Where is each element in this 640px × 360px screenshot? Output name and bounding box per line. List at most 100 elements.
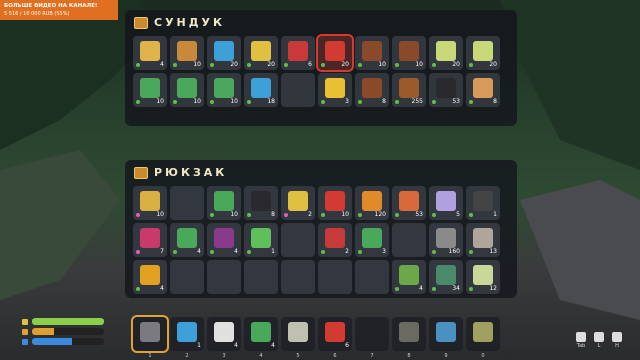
- item-count: 10: [341, 211, 349, 218]
- backpack-slot[interactable]: 160: [429, 223, 463, 257]
- item-icon: [251, 228, 271, 248]
- backpack-slot[interactable]: [207, 260, 241, 294]
- item-icon: [362, 41, 382, 61]
- rarity-dot: [432, 100, 436, 104]
- backpack-slot[interactable]: 3: [355, 223, 389, 257]
- backpack-slot[interactable]: [392, 223, 426, 257]
- rarity-dot: [247, 213, 251, 217]
- backpack-slot[interactable]: 4: [170, 223, 204, 257]
- backpack-slot[interactable]: 10: [133, 186, 167, 220]
- item-icon: [214, 228, 234, 248]
- item-icon: [140, 191, 160, 211]
- item-count: 10: [378, 61, 386, 68]
- heart-icon: [22, 318, 28, 325]
- item-icon: [362, 78, 382, 98]
- key-hint[interactable]: L: [594, 332, 604, 349]
- chest-slot[interactable]: 8: [355, 73, 389, 107]
- backpack-slot[interactable]: 4: [207, 223, 241, 257]
- backpack-slot[interactable]: 10: [207, 186, 241, 220]
- item-icon: [325, 78, 345, 98]
- hotbar-slot[interactable]: 12: [170, 317, 204, 359]
- key-hint[interactable]: Tab: [576, 332, 586, 349]
- item-icon: [473, 322, 493, 342]
- item-icon: [288, 191, 308, 211]
- rarity-dot: [173, 100, 177, 104]
- item-count: 53: [415, 211, 423, 218]
- chest-slot[interactable]: 10: [133, 73, 167, 107]
- hotbar-key-label: 9: [444, 353, 448, 359]
- chest-slot[interactable]: 10: [170, 36, 204, 70]
- backpack-slot[interactable]: [281, 260, 315, 294]
- backpack-slot[interactable]: 10: [318, 186, 352, 220]
- backpack-slot[interactable]: 53: [392, 186, 426, 220]
- chest-slot[interactable]: 10: [392, 36, 426, 70]
- item-count: 13: [489, 248, 497, 255]
- item-count: 10: [230, 98, 238, 105]
- item-count: 2: [308, 211, 312, 218]
- chest-slot[interactable]: 20: [244, 36, 278, 70]
- backpack-slot[interactable]: 1: [466, 186, 500, 220]
- backpack-slot[interactable]: 120: [355, 186, 389, 220]
- rarity-dot: [395, 287, 399, 291]
- backpack-slot[interactable]: [281, 223, 315, 257]
- backpack-slot[interactable]: 13: [466, 223, 500, 257]
- backpack-slot[interactable]: 4: [133, 260, 167, 294]
- item-count: 1: [493, 211, 497, 218]
- chest-slot[interactable]: 20: [207, 36, 241, 70]
- chest-slot[interactable]: 20: [316, 34, 354, 72]
- backpack-slot[interactable]: [170, 186, 204, 220]
- backpack-slot[interactable]: 4: [392, 260, 426, 294]
- hotbar-slot[interactable]: 43: [207, 317, 241, 359]
- chest-slot[interactable]: 6: [281, 36, 315, 70]
- backpack-slot[interactable]: 1: [244, 223, 278, 257]
- hotbar-slot[interactable]: 1: [131, 315, 169, 359]
- rarity-dot: [284, 213, 288, 217]
- item-count: 8: [493, 98, 497, 105]
- food-icon: [22, 328, 28, 335]
- backpack-slot[interactable]: 5: [429, 186, 463, 220]
- chest-title-text: СУНДУК: [154, 16, 226, 29]
- chest-slot[interactable]: 20: [466, 36, 500, 70]
- backpack-slot[interactable]: [244, 260, 278, 294]
- item-count: 4: [234, 342, 238, 349]
- backpack-slot[interactable]: [355, 260, 389, 294]
- backpack-slot[interactable]: 8: [244, 186, 278, 220]
- status-bars: [22, 318, 104, 348]
- chest-slot[interactable]: 10: [207, 73, 241, 107]
- chest-slot[interactable]: 53: [429, 73, 463, 107]
- rarity-dot: [136, 100, 140, 104]
- hotbar-slot[interactable]: 5: [281, 317, 315, 359]
- backpack-slot[interactable]: 34: [429, 260, 463, 294]
- rarity-dot: [321, 250, 325, 254]
- chest-slot[interactable]: [281, 73, 315, 107]
- chest-slot[interactable]: 10: [355, 36, 389, 70]
- chest-slot[interactable]: 4: [133, 36, 167, 70]
- backpack-slot[interactable]: 12: [466, 260, 500, 294]
- item-icon: [399, 191, 419, 211]
- item-icon: [399, 41, 419, 61]
- item-icon: [399, 265, 419, 285]
- chest-slot[interactable]: 255: [392, 73, 426, 107]
- backpack-slot[interactable]: 7: [133, 223, 167, 257]
- backpack-slot[interactable]: [170, 260, 204, 294]
- item-count: 160: [448, 248, 460, 255]
- backpack-slot[interactable]: [318, 260, 352, 294]
- hotbar-slot[interactable]: 7: [355, 317, 389, 359]
- hotbar-slot[interactable]: 66: [318, 317, 352, 359]
- chest-slot[interactable]: 10: [170, 73, 204, 107]
- hotbar-slot[interactable]: 9: [429, 317, 463, 359]
- key-hint[interactable]: H: [612, 332, 622, 349]
- item-icon: [436, 322, 456, 342]
- backpack-slot[interactable]: 2: [281, 186, 315, 220]
- backpack-slot[interactable]: 2: [318, 223, 352, 257]
- rarity-dot: [432, 213, 436, 217]
- hotbar-slot[interactable]: 0: [466, 317, 500, 359]
- item-count: 10: [156, 98, 164, 105]
- chest-slot[interactable]: 8: [466, 73, 500, 107]
- chest-slot[interactable]: 18: [244, 73, 278, 107]
- item-icon: [436, 191, 456, 211]
- hotbar-slot[interactable]: 44: [244, 317, 278, 359]
- hotbar-slot[interactable]: 8: [392, 317, 426, 359]
- chest-slot[interactable]: 3: [318, 73, 352, 107]
- chest-slot[interactable]: 20: [429, 36, 463, 70]
